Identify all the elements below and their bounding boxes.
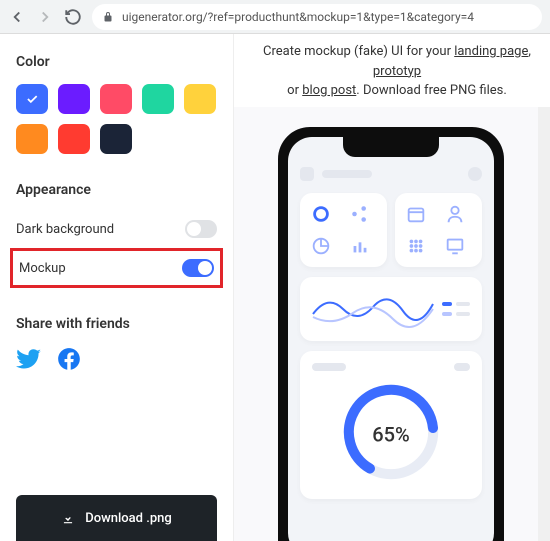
icon-card — [395, 193, 482, 267]
share-node-icon — [349, 203, 371, 225]
wave-chart-card — [300, 277, 482, 341]
back-button[interactable] — [8, 8, 26, 26]
main-panel: Create mockup (fake) UI for your landing… — [234, 34, 550, 541]
monitor-icon — [444, 235, 466, 257]
pie-icon — [310, 235, 332, 257]
appearance-section-title: Appearance — [16, 182, 217, 198]
gauge-card: 65% — [300, 351, 482, 499]
icon-card — [300, 193, 387, 267]
grid-icon — [405, 235, 427, 257]
user-icon — [444, 203, 466, 225]
lock-icon — [102, 11, 114, 23]
settings-sidebar: Color Appearance Dark background Mockup … — [0, 34, 234, 541]
url-text: uigenerator.org/?ref=producthunt&mockup=… — [122, 10, 474, 24]
dark-background-toggle[interactable] — [185, 220, 217, 238]
gauge-value: 65% — [372, 422, 409, 446]
blog-post-link[interactable]: blog post — [302, 83, 356, 98]
twitter-icon[interactable] — [16, 346, 42, 372]
browser-toolbar: uigenerator.org/?ref=producthunt&mockup=… — [0, 0, 550, 34]
forward-button[interactable] — [36, 8, 54, 26]
share-section-title: Share with friends — [16, 316, 217, 332]
scrollbar[interactable] — [538, 107, 550, 541]
phone-mockup: 65% — [278, 127, 504, 541]
placeholder-bar — [454, 363, 470, 371]
color-row-2 — [16, 124, 217, 154]
wave-chart — [312, 289, 434, 329]
color-swatch[interactable] — [58, 84, 90, 114]
color-section-title: Color — [16, 54, 217, 70]
address-bar[interactable]: uigenerator.org/?ref=producthunt&mockup=… — [92, 4, 542, 30]
reload-button[interactable] — [64, 8, 82, 26]
color-swatch[interactable] — [142, 84, 174, 114]
placeholder-icon — [300, 167, 314, 181]
mockup-label: Mockup — [19, 261, 66, 276]
download-icon — [61, 511, 75, 525]
phone-screen: 65% — [288, 137, 494, 541]
color-swatch[interactable] — [16, 124, 48, 154]
download-label: Download .png — [85, 511, 172, 526]
color-swatch[interactable] — [184, 84, 216, 114]
color-swatch[interactable] — [58, 124, 90, 154]
dark-background-label: Dark background — [16, 222, 114, 237]
calendar-icon — [405, 203, 427, 225]
placeholder-icon — [468, 167, 482, 181]
facebook-icon[interactable] — [56, 346, 82, 372]
placeholder-bar — [312, 363, 346, 371]
color-row-1 — [16, 84, 217, 114]
color-swatch[interactable] — [100, 124, 132, 154]
mockup-row: Mockup — [17, 255, 216, 281]
donut-icon — [310, 203, 332, 225]
mockup-toggle[interactable] — [182, 259, 214, 277]
landing-page-link[interactable]: landing page — [454, 44, 528, 59]
placeholder-bar — [322, 170, 372, 178]
color-swatch[interactable] — [100, 84, 132, 114]
download-button[interactable]: Download .png — [16, 495, 217, 541]
mockup-highlight: Mockup — [10, 248, 223, 288]
color-swatch[interactable] — [16, 84, 48, 114]
phone-notch — [343, 137, 439, 157]
bars-icon — [349, 235, 371, 257]
prototype-link[interactable]: prototyp — [373, 64, 421, 79]
dark-background-row: Dark background — [16, 212, 217, 246]
tagline: Create mockup (fake) UI for your landing… — [234, 34, 550, 107]
